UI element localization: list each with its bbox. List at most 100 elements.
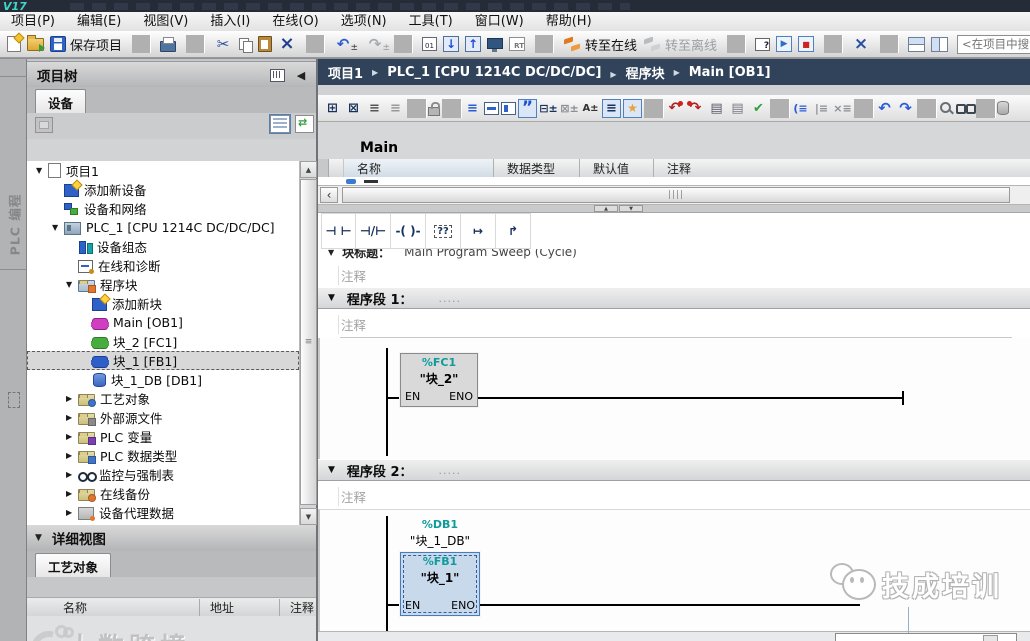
network-2-header[interactable]: ▼ 程序段 2： ..... (318, 459, 1030, 481)
fb1-call-block[interactable]: %FB1 "块_1" EN ENO (400, 552, 480, 616)
scrollbar-thumb[interactable]: |||| (342, 187, 1010, 203)
eno-pin[interactable]: ENO (451, 599, 475, 612)
split-editor-vertical-icon[interactable] (928, 32, 951, 56)
insert-branch-icon[interactable] (812, 99, 831, 118)
tree-item-block1-db-db1[interactable]: 块_1_DB [DB1] (27, 370, 299, 389)
go-online-button[interactable]: 转至在线 (560, 32, 640, 56)
fav-empty-box-button[interactable]: ?? (426, 213, 461, 249)
fav-close-branch-button[interactable]: ↱ (496, 213, 531, 249)
tree-item-external-source-files[interactable]: 外部源文件 (27, 408, 299, 427)
scroll-left-icon[interactable]: ‹ (320, 187, 338, 203)
delete-network-icon[interactable] (344, 99, 363, 118)
crumb-program-blocks[interactable]: 程序块 (601, 63, 664, 82)
detail-view-header[interactable]: ▼ 详细视图 (27, 525, 316, 552)
horizontal-scrollbar[interactable]: ‹ |||| (318, 185, 1030, 205)
menu-tools[interactable]: 工具(T) (398, 13, 464, 31)
fav-no-contact-button[interactable]: ⊣ ⊢ (321, 213, 356, 249)
table-column-header[interactable]: 默认值 (580, 159, 654, 177)
tree-expander-icon[interactable] (66, 280, 78, 289)
menu-insert[interactable]: 插入(I) (199, 13, 261, 31)
menu-view[interactable]: 视图(V) (132, 13, 199, 31)
cross-references-icon[interactable] (849, 32, 873, 56)
strip-drag-handle[interactable] (8, 392, 20, 408)
redo-button[interactable] (355, 32, 387, 56)
chevron-down-icon[interactable]: ▼ (318, 293, 347, 303)
tree-item-project1[interactable]: 项目1 (27, 161, 299, 180)
tree-expander-icon[interactable] (36, 166, 48, 175)
network-1-canvas[interactable]: %FC1 "块_2" EN ENO (318, 338, 1030, 459)
tree-scrollbar-thumb[interactable]: ≡ (300, 179, 317, 505)
splitter-down-icon[interactable]: ▼ (619, 205, 643, 212)
tree-item-technology-objects[interactable]: 工艺对象 (27, 389, 299, 408)
tree-expander-icon[interactable] (66, 394, 78, 403)
tree-item-block1-fb1[interactable]: 块_1 [FB1] (27, 351, 299, 370)
menu-edit[interactable]: 编辑(E) (66, 13, 132, 31)
stop-cpu-icon[interactable] (506, 32, 528, 56)
ladder-view-icon[interactable] (484, 102, 499, 115)
chevron-down-icon[interactable]: ▼ (318, 465, 347, 475)
update-block-call-icon[interactable] (707, 99, 726, 118)
search-input[interactable] (957, 35, 1030, 54)
monitoring-glasses-icon[interactable] (956, 102, 974, 114)
scroll-up-icon[interactable]: ▲ (300, 161, 317, 178)
eno-pin[interactable]: ENO (449, 390, 473, 403)
undo-button[interactable] (331, 32, 355, 56)
tab-technology-objects[interactable]: 工艺对象 (35, 553, 111, 578)
pane-splitter[interactable]: ▲ ▼ (318, 205, 1030, 213)
expand-operands-icon[interactable] (539, 99, 558, 118)
menu-online[interactable]: 在线(O) (261, 13, 329, 31)
tree-expander-icon[interactable] (66, 489, 78, 498)
upload-from-device-icon[interactable] (462, 32, 484, 56)
scroll-down-icon[interactable]: ▼ (300, 508, 317, 525)
copy-icon[interactable] (235, 32, 255, 56)
tree-item-watch-and-force-tables[interactable]: 监控与强制表 (27, 465, 299, 484)
tree-item-devices-and-networks[interactable]: 设备和网络 (27, 199, 299, 218)
tree-item-program-blocks[interactable]: 程序块 (27, 275, 299, 294)
crumb-plc1[interactable]: PLC_1 [CPU 1214C DC/DC/DC] (363, 65, 601, 80)
fav-nc-contact-button[interactable]: ⊣/⊢ (356, 213, 391, 249)
synchronize-icon[interactable] (728, 99, 747, 118)
consistency-check-icon[interactable] (749, 99, 768, 118)
data-block-icon[interactable] (997, 101, 1009, 115)
open-project-icon[interactable] (24, 32, 47, 56)
start-simulation-icon[interactable] (773, 32, 795, 56)
block-comment-row[interactable]: 注释 (318, 262, 1030, 286)
close-all-networks-icon[interactable] (875, 99, 894, 118)
menu-project[interactable]: 项目(P) (0, 13, 66, 31)
fc1-call-block[interactable]: %FC1 "块_2" EN ENO (400, 353, 478, 407)
tree-expander-icon[interactable] (66, 508, 78, 517)
insert-row-icon[interactable] (365, 99, 384, 118)
network-1-header[interactable]: ▼ 程序段 1： ..... (318, 287, 1030, 309)
cut-icon[interactable] (211, 32, 235, 56)
fbd-view-icon[interactable] (501, 102, 516, 115)
tree-item-online-diagnostics[interactable]: 在线和诊断 (27, 256, 299, 275)
network-sequence-toggle-icon[interactable] (602, 99, 621, 118)
fav-coil-button[interactable]: -( )- (391, 213, 426, 249)
accessible-devices-icon[interactable] (752, 32, 773, 56)
start-cpu-icon[interactable] (484, 32, 506, 56)
tree-item-device-configuration[interactable]: 设备组态 (27, 237, 299, 256)
bottom-box-button[interactable] (983, 635, 998, 641)
network-comment-toggle-icon[interactable] (518, 99, 537, 118)
tree-expander-icon[interactable] (66, 470, 78, 479)
tree-item-plc1[interactable]: PLC_1 [CPU 1214C DC/DC/DC] (27, 218, 299, 237)
previous-error-icon[interactable] (665, 99, 684, 118)
find-replace-icon[interactable] (938, 100, 954, 116)
instance-db-label[interactable]: %DB1 "块_1_DB" (380, 518, 500, 549)
tree-expander-icon[interactable] (66, 413, 78, 422)
collapse-panel-icon[interactable]: ◀ (292, 68, 310, 82)
download-to-device-icon[interactable] (440, 32, 462, 56)
crumb-main-ob1[interactable]: Main [OB1] (665, 65, 771, 80)
en-pin[interactable]: EN (405, 599, 420, 612)
column-view-icon[interactable] (270, 115, 290, 133)
delete-branch-icon[interactable] (833, 99, 852, 118)
tree-item-online-backups[interactable]: 在线备份 (27, 484, 299, 503)
tree-item-plc-data-types[interactable]: PLC 数据类型 (27, 446, 299, 465)
table-column-header[interactable]: 注释 (654, 159, 1030, 177)
format-icon[interactable] (463, 99, 482, 118)
tree-item-device-proxy-data[interactable]: 设备代理数据 (27, 503, 299, 522)
insert-network-icon[interactable] (323, 99, 342, 118)
new-project-icon[interactable] (4, 32, 24, 56)
tree-item-block2-fc1[interactable]: 块_2 [FC1] (27, 332, 299, 351)
network-2-comment[interactable]: 注释 (318, 483, 1030, 507)
